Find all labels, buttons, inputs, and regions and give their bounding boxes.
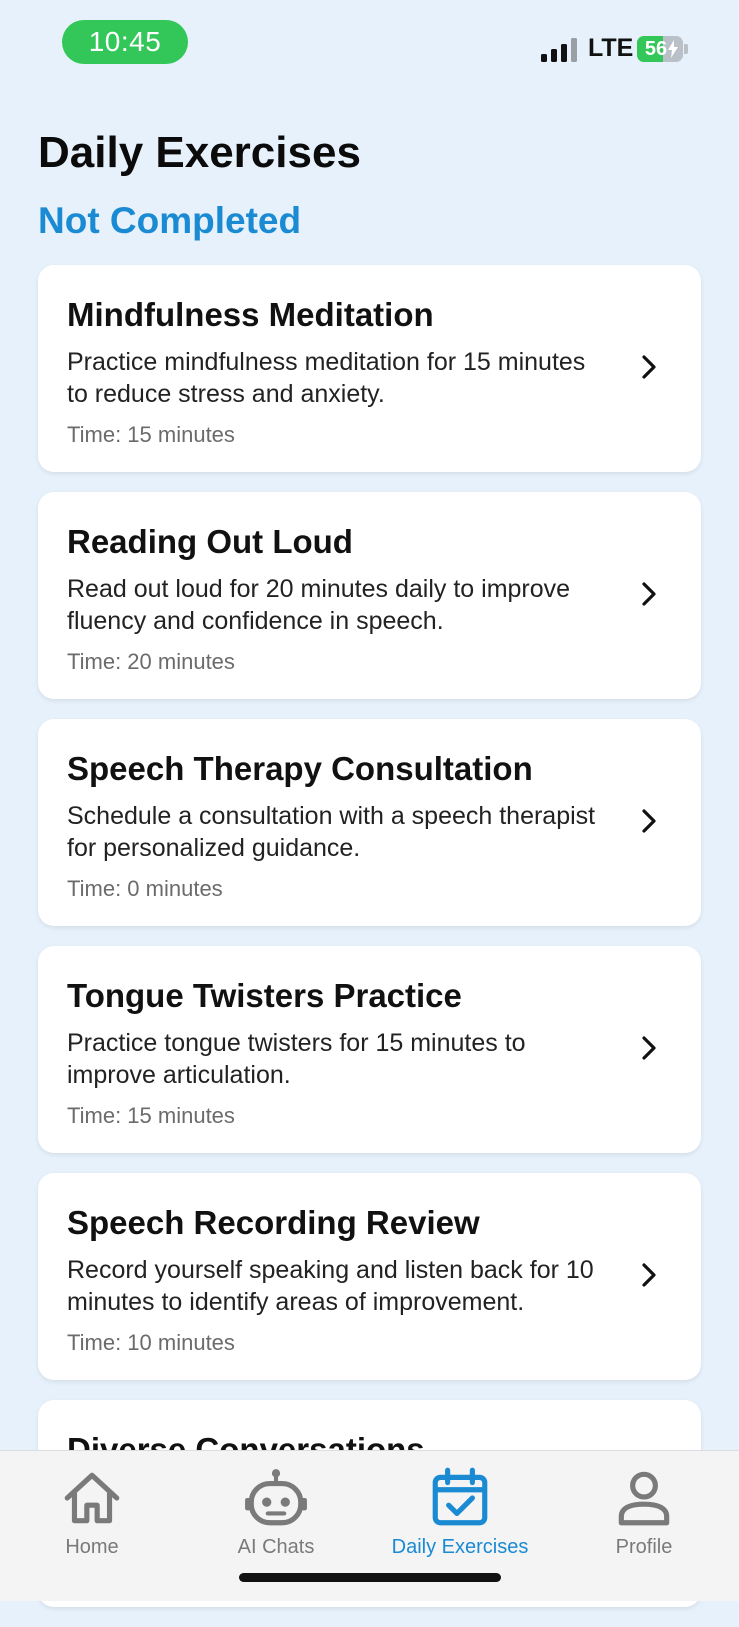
tab-label: Daily Exercises (391, 1536, 529, 1558)
exercise-title: Reading Out Loud (67, 523, 353, 560)
charging-bolt-icon (668, 40, 678, 58)
exercise-time: Time: 15 minutes (67, 422, 235, 447)
exercise-title: Tongue Twisters Practice (67, 977, 462, 1014)
exercise-card[interactable]: Reading Out Loud Read out loud for 20 mi… (38, 492, 701, 699)
exercise-description: Practice mindfulness meditation for 15 m… (67, 348, 586, 408)
calendar-check-icon (432, 1467, 488, 1526)
battery-cap (684, 44, 688, 54)
chevron-right-icon (642, 1263, 656, 1287)
home-indicator (239, 1573, 501, 1582)
exercise-description: Schedule a consultation with a speech th… (67, 802, 596, 862)
exercise-time: Time: 20 minutes (67, 649, 235, 674)
exercise-card[interactable]: Tongue Twisters Practice Practice tongue… (38, 946, 701, 1153)
battery-icon: 56 (637, 36, 683, 62)
chevron-right-icon (642, 809, 656, 833)
home-icon (64, 1472, 120, 1524)
exercise-time: Time: 10 minutes (67, 1330, 235, 1355)
tab-daily-exercises[interactable]: Daily Exercises (368, 1461, 552, 1571)
network-type: LTE (588, 34, 634, 62)
tab-profile[interactable]: Profile (552, 1461, 736, 1571)
section-heading-not-completed: Not Completed (38, 200, 302, 241)
tab-label: AI Chats (237, 1536, 315, 1558)
status-time: 10:45 (62, 20, 188, 64)
chevron-right-icon (642, 1036, 656, 1060)
tab-home[interactable]: Home (0, 1461, 184, 1571)
chevron-right-icon (642, 582, 656, 606)
exercise-description: Read out loud for 20 minutes daily to im… (67, 575, 571, 635)
exercise-description: Record yourself speaking and listen back… (67, 1256, 594, 1316)
exercise-title: Mindfulness Meditation (67, 296, 434, 333)
exercise-time: Time: 0 minutes (67, 876, 223, 901)
page-title: Daily Exercises (38, 128, 361, 177)
chevron-right-icon (642, 355, 656, 379)
exercise-description: Practice tongue twisters for 15 minutes … (67, 1029, 526, 1089)
exercise-time: Time: 15 minutes (67, 1103, 235, 1128)
cellular-signal-icon (541, 38, 577, 62)
tab-label: Profile (615, 1536, 673, 1558)
exercise-title: Speech Recording Review (67, 1204, 480, 1241)
person-icon (618, 1471, 670, 1526)
exercise-card[interactable]: Speech Recording Review Record yourself … (38, 1173, 701, 1380)
exercise-title: Speech Therapy Consultation (67, 750, 533, 787)
exercise-card[interactable]: Mindfulness Meditation Practice mindfuln… (38, 265, 701, 472)
tab-label: Home (65, 1536, 119, 1558)
status-bar: 10:45 LTE 56 (0, 0, 739, 90)
exercise-card[interactable]: Speech Therapy Consultation Schedule a c… (38, 719, 701, 926)
tab-ai-chats[interactable]: AI Chats (184, 1461, 368, 1571)
exercise-list: Mindfulness Meditation Practice mindfuln… (38, 265, 701, 1627)
robot-icon (245, 1469, 307, 1526)
